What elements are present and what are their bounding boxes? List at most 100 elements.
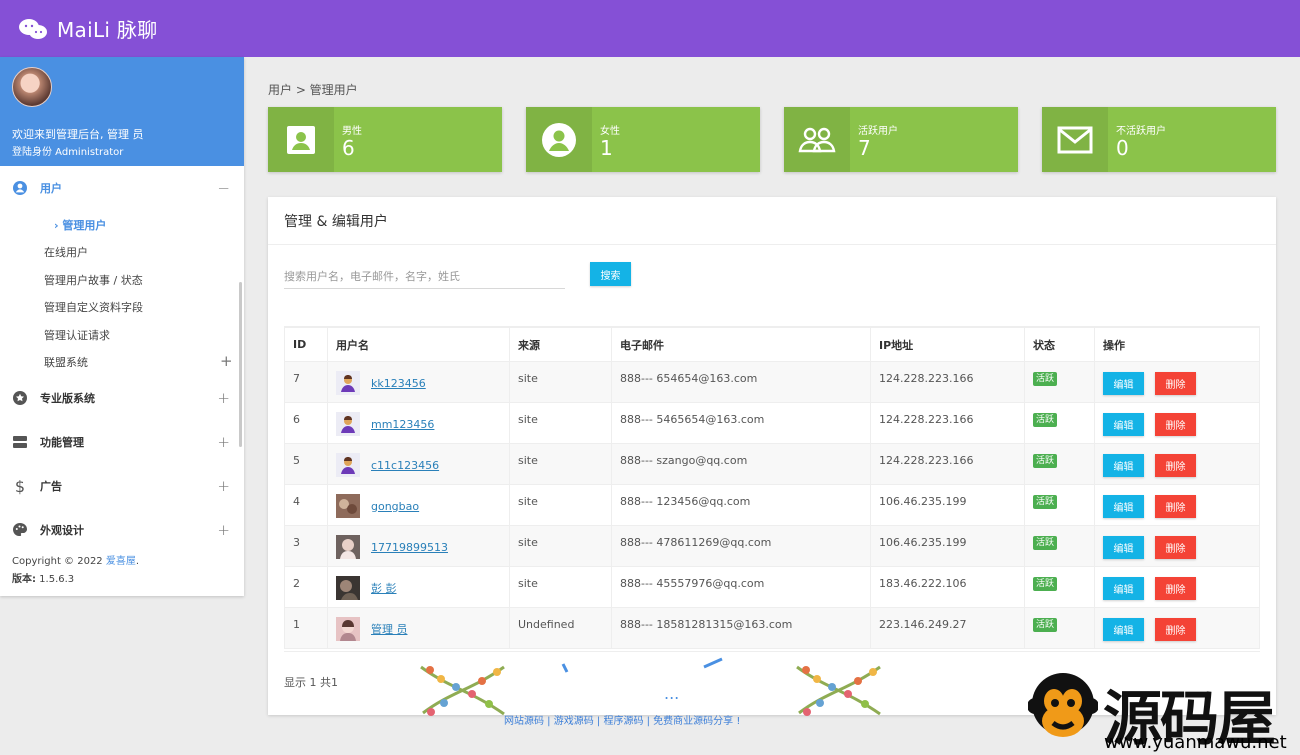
delete-button[interactable]: 删除 [1155,618,1196,641]
menu-group-features[interactable]: 功能管理 + [0,427,240,457]
default-user-icon [336,412,360,436]
female-stat-card: 女性 1 [526,107,760,172]
active-users-stat-card: 活跃用户 7 [784,107,1018,172]
username-link[interactable]: c11c123456 [371,459,439,472]
column-status[interactable]: 状态 [1024,327,1095,362]
edit-button[interactable]: 编辑 [1103,413,1144,436]
status-badge: 活跃 [1033,577,1058,591]
delete-button[interactable]: 删除 [1155,372,1196,395]
star-circle-icon [12,390,28,406]
username-link[interactable]: 彭 彭 [371,580,397,596]
user-email: 888--- 5465654@163.com [620,413,765,426]
menu-group-ads[interactable]: $ 广告 + [0,471,240,501]
monkey-logo-icon [1028,673,1098,737]
sidebar: 欢迎来到管理后台, 管理 员 登陆身份 Administrator 用户 − ›… [0,57,244,596]
username-link[interactable]: kk123456 [371,377,426,390]
delete-button[interactable]: 删除 [1155,454,1196,477]
watermark-url: www.yuanmawu.net [1104,732,1287,753]
status-badge: 活跃 [1033,372,1058,386]
delete-button[interactable]: 删除 [1155,577,1196,600]
user-source: site [518,577,538,590]
edit-button[interactable]: 编辑 [1103,495,1144,518]
column-actions: 操作 [1094,327,1260,362]
table-header-row: ID 用户名 来源 电子邮件 IP地址 状态 操作 [284,327,1260,362]
menu-label-ads: 广告 [40,480,62,493]
admin-avatar [12,67,52,107]
user-email: 888--- 478611269@qq.com [620,536,772,549]
sidebar-scrollbar[interactable] [239,282,242,447]
stat-title: 女性 [600,126,620,137]
column-source[interactable]: 来源 [509,327,612,362]
user-id: 6 [293,413,300,426]
inactive-users-stat-card: 不活跃用户 0 [1042,107,1276,172]
user-email: 888--- 654654@163.com [620,372,758,385]
search-button[interactable]: 搜索 [590,262,631,286]
sidebar-item-online-users[interactable]: 在线用户 [44,244,88,260]
id-card-icon [268,107,334,172]
sidebar-item-verification-requests[interactable]: 管理认证请求 [44,327,110,343]
username-link[interactable]: mm123456 [371,418,434,431]
sidebar-item-affiliate-system[interactable]: 联盟系统 + [44,352,234,370]
search-input[interactable] [284,264,565,289]
table-row: 3 17719899513 site 888--- 478611269@qq.c… [284,525,1260,567]
table-row: 6 mm123456 site 888--- 5465654@163.com 1… [284,402,1260,444]
stat-value: 1 [600,136,613,160]
user-circle-icon [12,180,28,196]
menu-group-appearance[interactable]: 外观设计 + [0,515,240,545]
edit-button[interactable]: 编辑 [1103,536,1144,559]
username-link[interactable]: gongbao [371,500,419,513]
default-user-icon [336,453,360,477]
role-text: 登陆身份 Administrator [12,147,124,158]
edit-button[interactable]: 编辑 [1103,454,1144,477]
expand-icon[interactable]: + [217,477,230,495]
menu-label-appearance: 外观设计 [40,524,84,537]
user-ip: 124.228.223.166 [879,372,974,385]
collapse-icon[interactable]: − [217,179,230,197]
edit-button[interactable]: 编辑 [1103,577,1144,600]
copyright-text: Copyright © 2022 爱喜屋. [12,556,140,567]
user-id: 4 [293,495,300,508]
expand-icon[interactable]: + [220,352,233,370]
expand-icon[interactable]: + [217,433,230,451]
column-username[interactable]: 用户名 [327,327,510,362]
sidebar-item-manage-users[interactable]: › 管理用户 [54,217,106,233]
welcome-text: 欢迎来到管理后台, 管理 员 [12,128,144,141]
food-photo-avatar [336,494,360,518]
top-bar: MaiLi 脉聊 [0,0,1300,57]
version-text: 版本: 1.5.6.3 [12,574,75,585]
table-row: 2 彭 彭 site 888--- 45557976@qq.com 183.46… [284,566,1260,608]
username-link[interactable]: 17719899513 [371,541,448,554]
edit-button[interactable]: 编辑 [1103,372,1144,395]
user-email: 888--- 18581281315@163.com [620,618,793,631]
column-email[interactable]: 电子邮件 [611,327,871,362]
menu-group-users[interactable]: 用户 − [0,173,240,203]
pagination-summary: 显示 1 共1 [284,676,338,689]
stat-value: 0 [1116,136,1129,160]
user-source: site [518,454,538,467]
username-link[interactable]: 管理 员 [371,621,408,637]
sidebar-item-user-stories[interactable]: 管理用户故事 / 状态 [44,272,143,288]
delete-button[interactable]: 删除 [1155,536,1196,559]
user-id: 7 [293,372,300,385]
user-source: site [518,495,538,508]
stack-icon [12,434,28,450]
user-id: 5 [293,454,300,467]
menu-label-users: 用户 [40,182,62,195]
user-source: site [518,372,538,385]
stat-title: 男性 [342,126,362,137]
sidebar-item-custom-fields[interactable]: 管理自定义资料字段 [44,299,143,315]
manage-users-panel: 管理 & 编辑用户 搜索 ID 用户名 来源 电子邮件 IP地址 状态 操作 [268,197,1276,715]
column-id[interactable]: ID [284,327,328,362]
status-badge: 活跃 [1033,454,1058,468]
expand-icon[interactable]: + [217,521,230,539]
menu-group-pro-system[interactable]: 专业版系统 + [0,383,240,413]
delete-button[interactable]: 删除 [1155,495,1196,518]
copyright-link[interactable]: 爱喜屋 [106,556,136,567]
expand-icon[interactable]: + [217,389,230,407]
breadcrumb: 用户 > 管理用户 [268,83,358,97]
user-ip: 223.146.249.27 [879,618,967,631]
delete-button[interactable]: 删除 [1155,413,1196,436]
status-badge: 活跃 [1033,413,1058,427]
column-ip[interactable]: IP地址 [870,327,1025,362]
edit-button[interactable]: 编辑 [1103,618,1144,641]
